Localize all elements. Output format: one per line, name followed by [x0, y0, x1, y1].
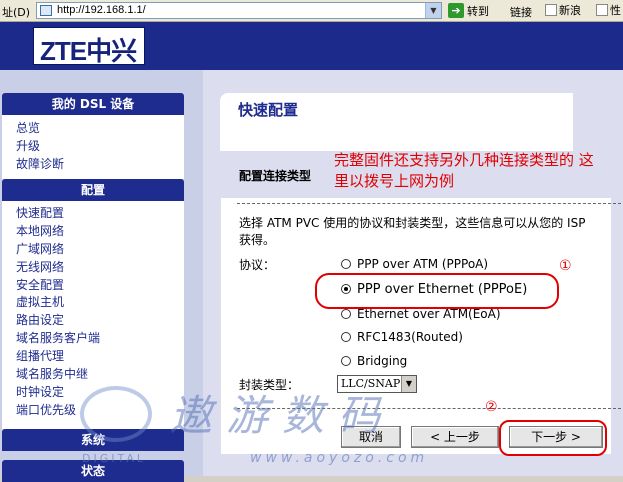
page-icon	[545, 4, 557, 16]
divider	[237, 408, 621, 409]
zte-logo: ZTE中兴	[33, 27, 145, 66]
annotation-ring-2	[499, 420, 607, 456]
sidebar-item-clock[interactable]: 时钟设定	[2, 384, 184, 402]
sidebar-section-system[interactable]: 系统	[2, 429, 184, 451]
sidebar-section-config[interactable]: 配置	[2, 179, 184, 201]
chevron-down-icon[interactable]: ▼	[401, 376, 416, 392]
chevron-down-icon[interactable]: ▼	[425, 3, 441, 18]
go-label: 转到	[467, 4, 489, 18]
sidebar-panel-dsl-device: 总览 升级 故障诊断	[2, 115, 184, 179]
go-arrow-icon: ➔	[448, 3, 464, 18]
news-label: 新浪	[559, 4, 581, 17]
description-text: 选择 ATM PVC 使用的协议和封装类型，这些信息可以从您的 ISP 获得。	[239, 216, 586, 247]
go-button[interactable]: ➔ 转到	[448, 2, 489, 19]
cancel-button[interactable]: 取消	[341, 426, 401, 448]
section-label: 配置连接类型	[239, 169, 312, 183]
page-icon	[40, 5, 52, 16]
sidebar-item-lan[interactable]: 本地网络	[2, 223, 184, 241]
option-pppoa[interactable]: PPP over ATM (PPPoA)	[341, 255, 488, 273]
sidebar-item-quick-setup[interactable]: 快速配置	[2, 205, 184, 223]
protocol-label: 协议：	[239, 258, 276, 272]
address-input[interactable]: http://192.168.1.1/ ▼	[36, 2, 442, 19]
sidebar-item-dns-client[interactable]: 域名服务客户端	[2, 330, 184, 348]
radio-eoa[interactable]	[341, 309, 351, 319]
sidebar-item-virtual-host[interactable]: 虚拟主机	[2, 294, 184, 312]
sidebar-item-overview[interactable]: 总览	[2, 119, 184, 137]
option-label: RFC1483(Routed)	[357, 330, 463, 344]
sidebar-item-routing[interactable]: 路由设定	[2, 312, 184, 330]
prev-button[interactable]: < 上一步	[411, 426, 499, 448]
radio-pppoa[interactable]	[341, 259, 351, 269]
annotation-marker-2: ②	[485, 399, 498, 415]
divider	[237, 203, 621, 204]
config-panel: 选择 ATM PVC 使用的协议和封装类型，这些信息可以从您的 ISP 获得。 …	[221, 198, 621, 456]
annotation-ring-1	[315, 273, 559, 309]
more-label: 性	[610, 4, 621, 17]
annotation-marker-1: ①	[559, 258, 572, 274]
sidebar-item-port-priority[interactable]: 端口优先级	[2, 402, 184, 420]
radio-bridging[interactable]	[341, 356, 351, 366]
radio-rfc1483[interactable]	[341, 332, 351, 342]
sidebar-item-multicast-proxy[interactable]: 组播代理	[2, 348, 184, 366]
sidebar-section-dsl-device[interactable]: 我的 DSL 设备	[2, 93, 184, 115]
main-content: 快速配置 配置连接类型 完整固件还支持另外几种连接类型的 这里以拨号上网为例 选…	[203, 70, 623, 476]
news-link[interactable]: 新浪	[545, 2, 581, 18]
sidebar-item-diagnostics[interactable]: 故障诊断	[2, 155, 184, 173]
encapsulation-value: LLC/SNAP	[341, 377, 401, 390]
sidebar-item-wireless[interactable]: 无线网络	[2, 259, 184, 277]
page-title: 快速配置	[238, 101, 299, 119]
sidebar-item-security[interactable]: 安全配置	[2, 277, 184, 295]
option-label: PPP over ATM (PPPoA)	[357, 257, 489, 271]
sidebar: 我的 DSL 设备 总览 升级 故障诊断 配置 快速配置 本地网络 广域网络 无…	[0, 70, 203, 482]
title-panel: 快速配置	[220, 93, 573, 151]
links-button[interactable]: 链接	[510, 4, 532, 20]
page-header: ZTE中兴	[0, 22, 623, 70]
encapsulation-label: 封装类型：	[239, 378, 300, 392]
sidebar-item-upgrade[interactable]: 升级	[2, 137, 184, 155]
sidebar-item-wan[interactable]: 广域网络	[2, 241, 184, 259]
option-rfc1483[interactable]: RFC1483(Routed)	[341, 328, 463, 346]
annotation-note: 完整固件还支持另外几种连接类型的 这里以拨号上网为例	[334, 151, 594, 190]
encapsulation-select[interactable]: LLC/SNAP ▼	[337, 375, 417, 393]
option-bridging[interactable]: Bridging	[341, 352, 407, 370]
address-label: 址(D)	[2, 6, 31, 19]
option-label: Bridging	[357, 354, 408, 368]
more-link[interactable]: 性	[596, 2, 621, 18]
sidebar-section-status[interactable]: 状态	[2, 460, 184, 482]
address-url: http://192.168.1.1/	[57, 4, 146, 16]
option-label: Ethernet over ATM(EoA)	[357, 307, 501, 321]
browser-address-bar: 址(D) http://192.168.1.1/ ▼ ➔ 转到 链接 新浪 性	[0, 0, 623, 22]
logo-text: ZTE中兴	[40, 36, 137, 66]
sidebar-item-dns-relay[interactable]: 域名服务中继	[2, 366, 184, 384]
sidebar-panel-config: 快速配置 本地网络 广域网络 无线网络 安全配置 虚拟主机 路由设定 域名服务客…	[2, 201, 184, 429]
page-icon	[596, 4, 608, 16]
